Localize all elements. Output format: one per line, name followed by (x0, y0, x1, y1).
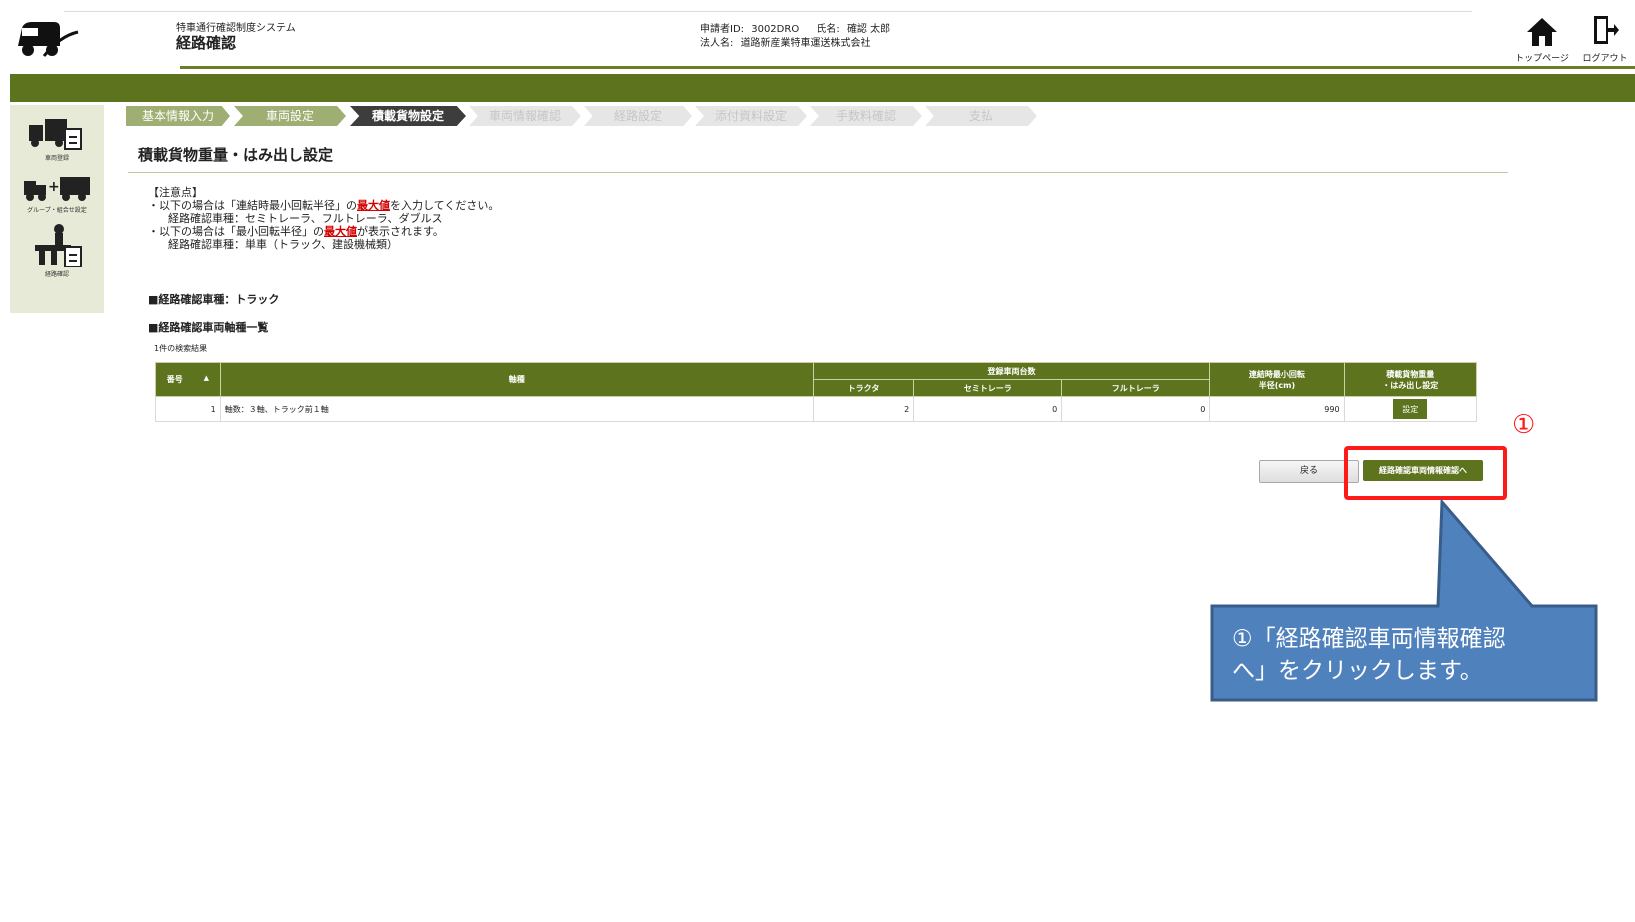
logout-icon (1594, 16, 1619, 44)
col-radius: 連結時最小回転 半径(cm) (1209, 362, 1345, 397)
header-accent-line (180, 66, 1635, 69)
callout-line-2: へ」をクリックします。 (1232, 658, 1483, 684)
sidebar-item-label: 車両登録 (44, 155, 69, 162)
step-attachment-setting: 添付資料設定 (695, 106, 807, 126)
notes-block: 【注意点】 ・以下の場合は「連結時最小回転半径」の最大値を入力してください。 経… (148, 186, 499, 251)
sidebar: 車両登録 + グループ・組合せ設定 経路確認 (10, 105, 104, 313)
setting-button[interactable]: 設定 (1393, 399, 1428, 419)
applicant-info: 申請者ID: 3002DRO 氏名: 確認 太郎 (700, 20, 890, 35)
col-number[interactable]: 番号 ▲ (155, 362, 221, 397)
company-label: 法人名: (700, 38, 734, 49)
col-number-label: 番号 (166, 375, 183, 384)
home-icon (1527, 18, 1557, 46)
truck-combination-icon: + (24, 177, 90, 201)
notes-line-4: 経路確認車種：単車（トラック、建設機械類） (168, 238, 399, 251)
sidebar-item-label: 経路確認 (44, 271, 69, 278)
annotation-highlight-box (1344, 446, 1507, 500)
col-cargo-setting: 積載貨物重量 ・はみ出し設定 (1343, 362, 1478, 397)
svg-text:+: + (48, 179, 60, 195)
title-divider (128, 172, 1508, 173)
notes-text: を入力してください。 (390, 199, 500, 212)
cell-semi-trailer: 0 (913, 396, 1063, 422)
col-cargo-line1: 積載貨物重量 (1386, 369, 1435, 379)
header-divider (64, 11, 1472, 12)
notes-text: ・以下の場合は「最小回転半径」の (148, 225, 324, 238)
notes-text: が表示されます。 (357, 225, 444, 238)
page-header-title: 経路確認 (176, 34, 237, 52)
notes-line-1: ・以下の場合は「連結時最小回転半径」の最大値を入力してください。 (148, 199, 499, 212)
col-axle-type: 軸種 (219, 362, 814, 397)
cell-action: 設定 (1343, 396, 1478, 422)
step-basic-info: 基本情報入力 (126, 106, 230, 126)
logout-button[interactable]: ログアウト (1576, 14, 1634, 64)
step-vehicle-setting: 車両設定 (234, 106, 346, 126)
notes-heading: 【注意点】 (148, 186, 203, 199)
company-name: 道路新産業特車運送株式会社 (740, 38, 871, 49)
cell-axle-type: 軸数：３軸、トラック前１軸 (219, 396, 814, 422)
annotation-marker: ① (1512, 410, 1536, 440)
step-payment: 支払 (925, 106, 1037, 126)
cell-radius: 990 (1209, 396, 1345, 422)
annotation-callout-text: ①「経路確認車両情報確認 へ」をクリックします。 (1232, 623, 1588, 687)
col-radius-line2: 半径(cm) (1258, 380, 1296, 390)
col-semi-trailer: セミトレーラ (913, 379, 1063, 397)
step-route-setting: 経路設定 (584, 106, 692, 126)
notes-line-3: ・以下の場合は「最小回転半径」の最大値が表示されます。 (148, 225, 499, 238)
notes-line-2: 経路確認車種：セミトレーラ、フルトレーラ、ダブルス (168, 212, 443, 225)
company-info: 法人名: 道路新産業特車運送株式会社 (700, 34, 871, 49)
callout-line-1: ①「経路確認車両情報確認 (1232, 626, 1506, 652)
sidebar-item-vehicle-registration[interactable]: 車両登録 (10, 115, 104, 162)
sidebar-item-group-setting[interactable]: + グループ・組合せ設定 (10, 173, 104, 214)
table-row: 1 軸数：３軸、トラック前１軸 2 0 0 990 設定 (155, 396, 1478, 422)
result-count: 1件の検索結果 (154, 344, 208, 353)
col-full-trailer: フルトレーラ (1061, 379, 1211, 397)
top-page-button[interactable]: トップページ (1514, 16, 1570, 64)
col-tractor: トラクタ (812, 379, 915, 397)
notes-highlight: 最大値 (324, 225, 357, 238)
axle-table: 番号 ▲ 軸種 登録車両台数 連結時最小回転 半径(cm) 積載貨物重量 ・はみ… (155, 362, 1478, 422)
sidebar-item-label: グループ・組合せ設定 (27, 207, 87, 214)
col-registered-count: 登録車両台数 (812, 362, 1211, 380)
cell-full-trailer: 0 (1061, 396, 1211, 422)
page-title: 積載貨物重量・はみ出し設定 (138, 146, 334, 164)
notes-highlight: 最大値 (357, 199, 390, 212)
step-fee-check: 手数料確認 (810, 106, 922, 126)
step-vehicle-info-check: 車両情報確認 (469, 106, 581, 126)
logout-label: ログアウト (1582, 54, 1628, 64)
sort-icon[interactable]: ▲ (204, 374, 209, 382)
top-page-label: トップページ (1515, 54, 1569, 64)
cell-number: 1 (155, 396, 221, 422)
col-cargo-line2: ・はみ出し設定 (1382, 380, 1439, 390)
notes-text: ・以下の場合は「連結時最小回転半径」の (148, 199, 357, 212)
truck-document-icon (29, 119, 82, 150)
col-radius-line1: 連結時最小回転 (1248, 369, 1305, 379)
sidebar-item-route-check[interactable]: 経路確認 (10, 223, 104, 278)
cell-tractor: 2 (812, 396, 915, 422)
step-cargo-setting: 積載貨物設定 (350, 106, 466, 126)
header-green-bar (10, 74, 1635, 102)
vehicle-type-label: ■経路確認車種：トラック (148, 293, 280, 306)
route-check-icon (35, 224, 82, 268)
axle-list-title: ■経路確認車両軸種一覧 (148, 321, 269, 334)
app-logo[interactable] (14, 16, 80, 60)
